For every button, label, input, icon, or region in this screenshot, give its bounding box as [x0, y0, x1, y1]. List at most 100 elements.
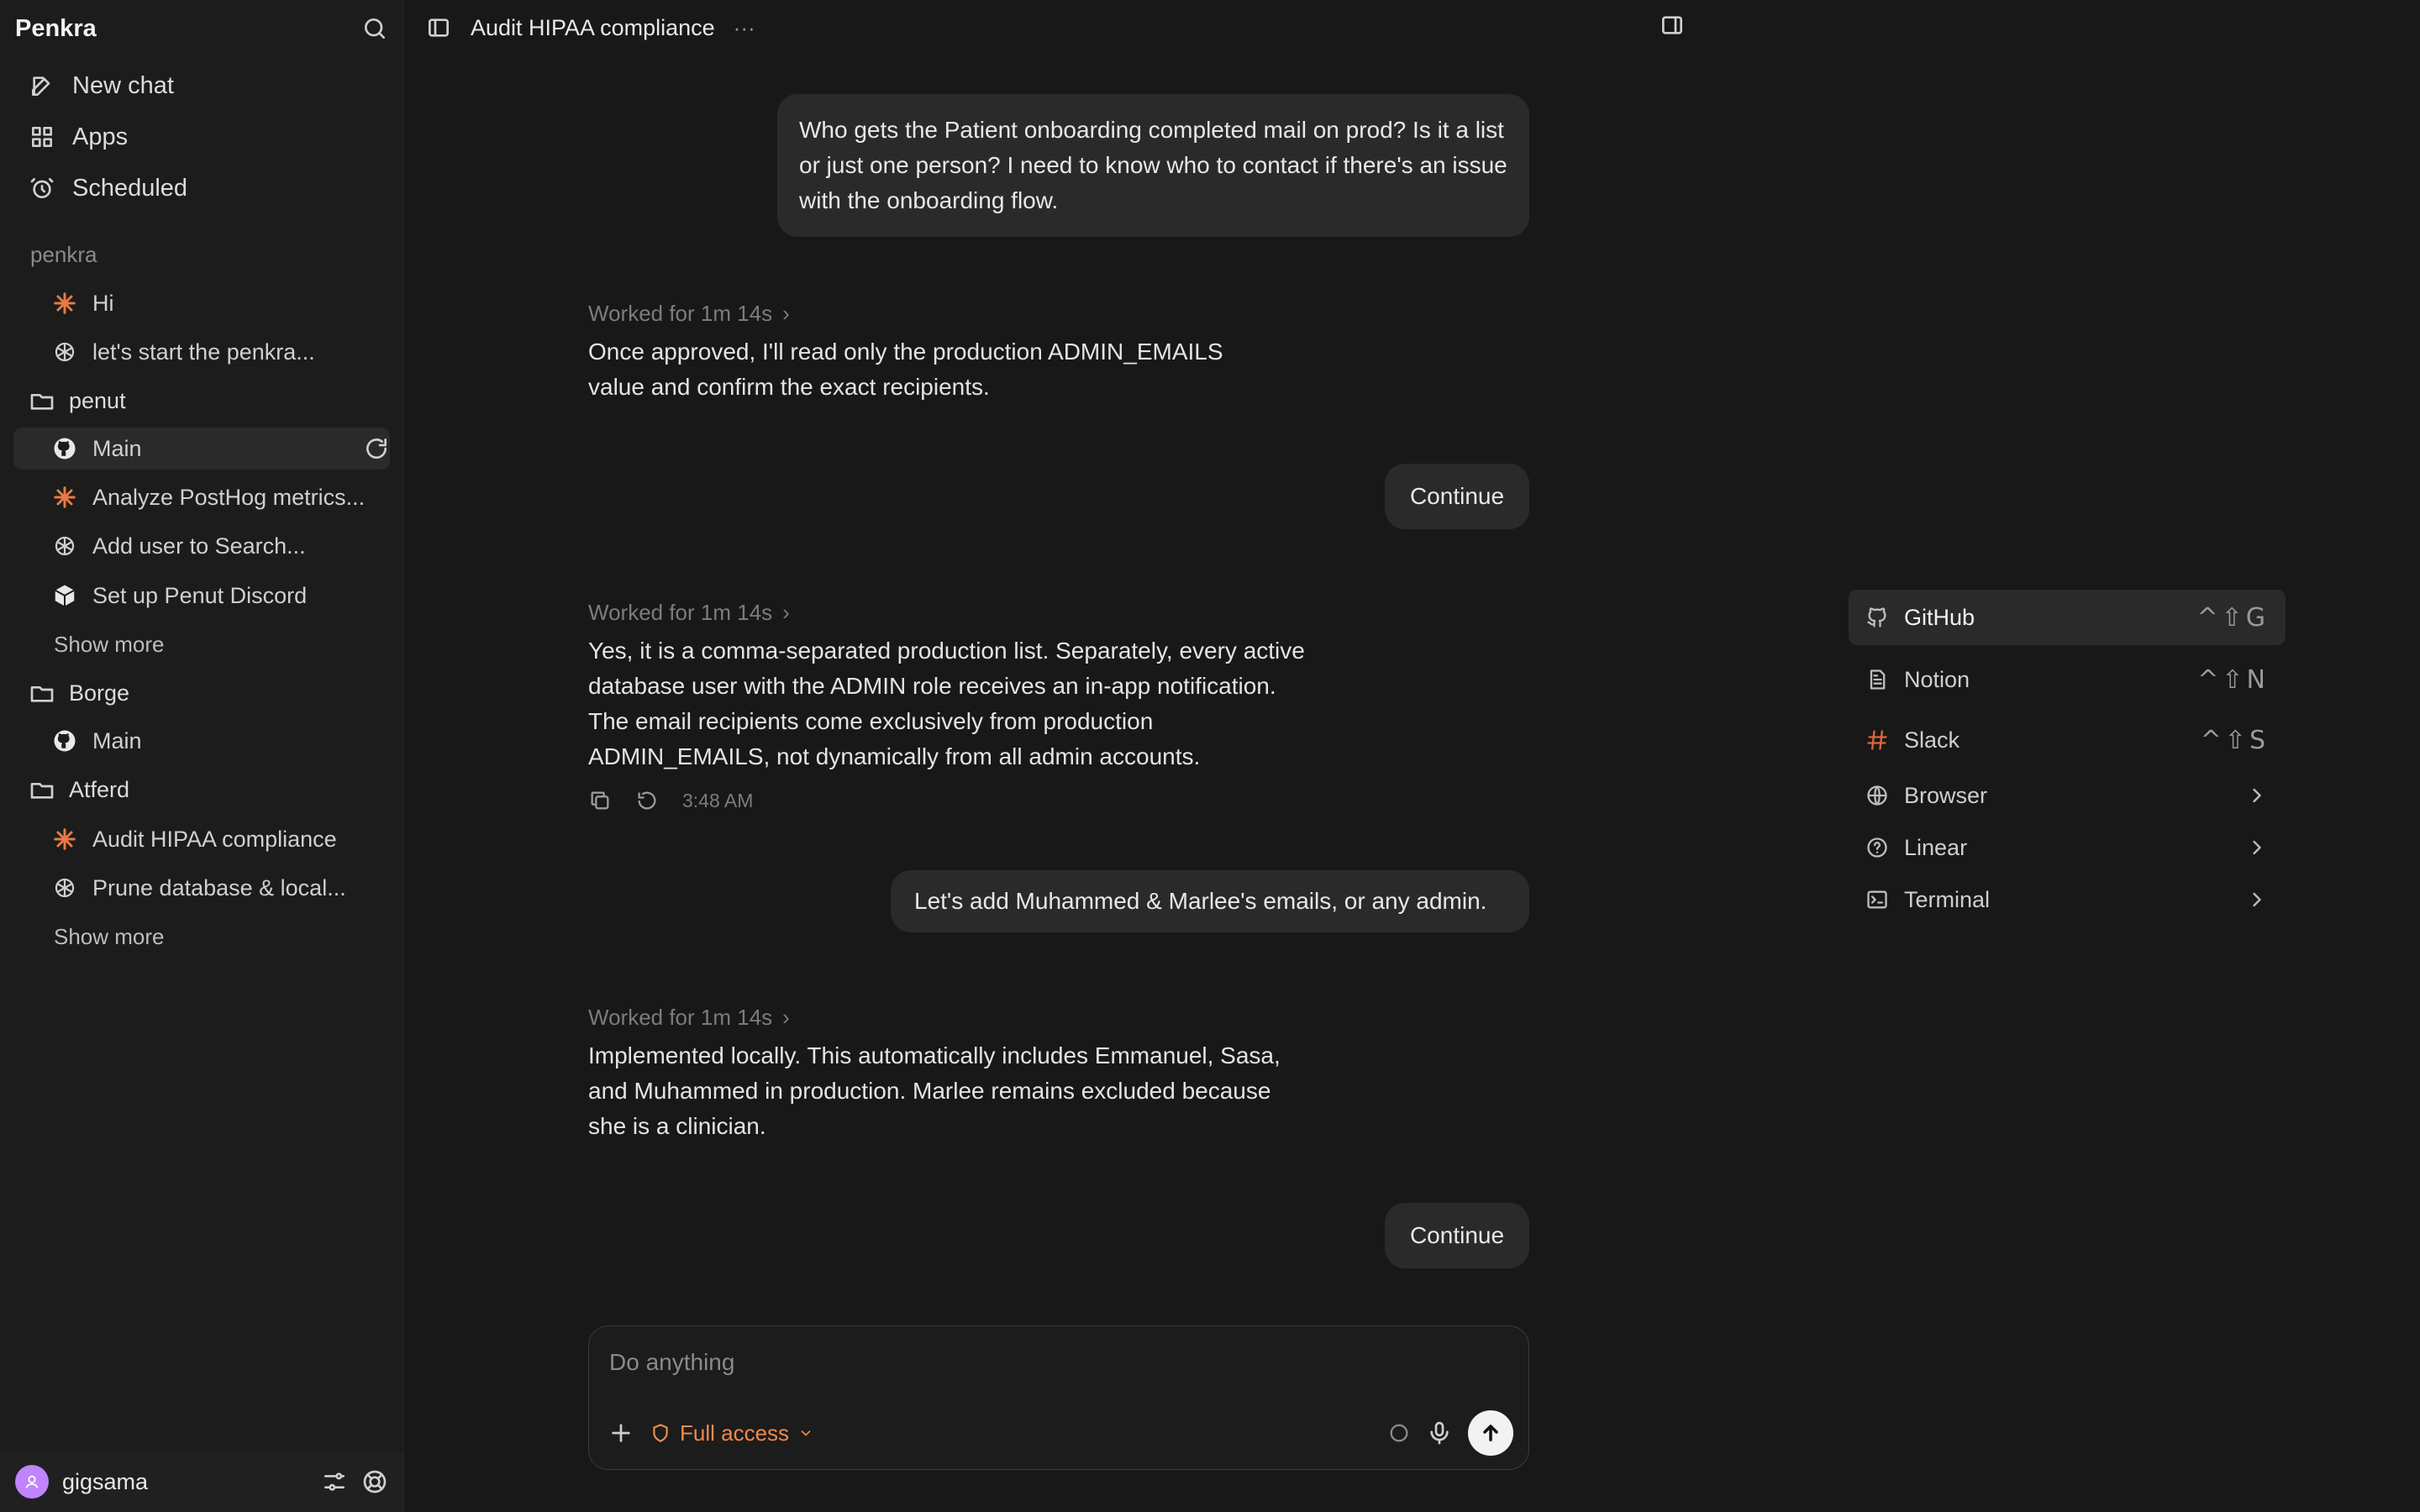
document-icon: [1865, 668, 1889, 691]
thread-item[interactable]: Main: [52, 720, 378, 762]
apps-button[interactable]: Apps: [29, 116, 128, 158]
refresh-icon[interactable]: [363, 435, 390, 462]
chevron-down-icon: [797, 1425, 814, 1441]
worked-toggle[interactable]: Worked for 1m 14s ›: [588, 296, 1328, 331]
folder-borge[interactable]: Borge: [29, 675, 129, 711]
menu-item-terminal[interactable]: Terminal: [1849, 874, 2286, 926]
thread-item[interactable]: let's start the penkra...: [52, 331, 378, 373]
brand-name: Penkra: [15, 14, 97, 42]
show-more-link[interactable]: Show more: [54, 632, 165, 658]
message-timestamp: 3:48 AM: [682, 790, 754, 811]
folder-icon: [29, 680, 55, 706]
shortcut-label: ^⇧N: [2197, 664, 2269, 695]
menu-item-label: Browser: [1904, 782, 1988, 808]
thread-label: Main: [92, 727, 142, 753]
user-bar: gigsama: [0, 1452, 403, 1512]
sidebar: Penkra New chat Apps Scheduled penkra Hi…: [0, 0, 404, 1512]
assistant-text: Yes, it is a comma-separated production …: [588, 638, 1305, 769]
retry-icon[interactable]: [635, 789, 659, 812]
thread-item[interactable]: Hi: [52, 282, 378, 324]
folder-icon: [29, 776, 55, 803]
folder-penut[interactable]: penut: [29, 382, 126, 419]
thread-item[interactable]: Add user to Search...: [52, 525, 378, 567]
thread-label: Add user to Search...: [92, 533, 306, 559]
user-message: Continue: [1385, 1203, 1529, 1268]
folder-label: penut: [69, 387, 126, 413]
more-options-button[interactable]: ···: [734, 15, 755, 41]
thread-label: let's start the penkra...: [92, 339, 315, 365]
shortcut-label: ^⇧S: [2200, 725, 2269, 755]
sidebar-toggle-icon[interactable]: [425, 14, 452, 41]
send-button[interactable]: [1468, 1410, 1513, 1456]
thread-item[interactable]: Audit HIPAA compliance: [52, 818, 378, 860]
search-icon[interactable]: [361, 15, 388, 42]
chevron-right-icon: [2245, 784, 2269, 807]
spark-icon: [52, 291, 77, 316]
thread-item[interactable]: Analyze PostHog metrics...: [52, 476, 378, 518]
user-name[interactable]: gigsama: [62, 1469, 308, 1495]
status-circle-icon[interactable]: [1387, 1421, 1411, 1445]
user-message: Continue: [1385, 464, 1529, 529]
user-message: Let's add Muhammed & Marlee's emails, or…: [891, 870, 1529, 932]
prompt-input[interactable]: [608, 1348, 1451, 1377]
access-mode-dropdown[interactable]: Full access: [650, 1420, 814, 1446]
scheduled-button[interactable]: Scheduled: [29, 167, 187, 209]
thread-item-active[interactable]: Main: [13, 428, 390, 470]
menu-item-label: Slack: [1904, 727, 1960, 753]
spark-icon: [52, 485, 77, 510]
worked-toggle[interactable]: Worked for 1m 14s ›: [588, 595, 1328, 630]
github-icon: [52, 436, 77, 461]
assistant-message: Worked for 1m 14s › Implemented locally. …: [588, 1000, 1328, 1144]
menu-item-label: Terminal: [1904, 886, 1991, 912]
user-message: Who gets the Patient onboarding complete…: [777, 94, 1529, 237]
scheduled-label: Scheduled: [72, 174, 188, 202]
access-mode-label: Full access: [680, 1420, 790, 1446]
chat-thread: Who gets the Patient onboarding complete…: [403, 55, 1697, 1512]
github-icon: [1865, 606, 1889, 629]
plus-icon[interactable]: [608, 1420, 634, 1446]
show-more-link[interactable]: Show more: [54, 924, 165, 950]
copy-icon[interactable]: [588, 789, 612, 812]
panel-toggle-icon[interactable]: [1659, 12, 1686, 39]
thread-label: Main: [92, 435, 142, 461]
menu-item-browser[interactable]: Browser: [1849, 769, 2286, 822]
globe-icon: [1865, 784, 1889, 807]
github-icon: [52, 728, 77, 753]
integrations-menu: GitHub ^⇧G Notion ^⇧N Slack ^⇧S Browser …: [1849, 590, 2286, 926]
chevron-right-icon: ›: [782, 600, 790, 625]
thread-label: Analyze PostHog metrics...: [92, 484, 366, 510]
worked-toggle[interactable]: Worked for 1m 14s ›: [588, 1000, 1328, 1035]
menu-item-slack[interactable]: Slack ^⇧S: [1849, 714, 2286, 766]
chevron-right-icon: ›: [782, 301, 790, 326]
menu-item-notion[interactable]: Notion ^⇧N: [1849, 654, 2286, 706]
menu-item-github[interactable]: GitHub ^⇧G: [1849, 590, 2286, 645]
thread-item[interactable]: Prune database & local...: [52, 867, 378, 909]
compose-icon: [29, 72, 55, 99]
thread-label: Hi: [92, 290, 114, 316]
menu-item-label: Linear: [1904, 834, 1968, 860]
folder-atferd[interactable]: Atferd: [29, 771, 129, 808]
help-icon[interactable]: [361, 1468, 388, 1495]
menu-item-linear[interactable]: Linear: [1849, 822, 2286, 874]
folder-icon: [29, 387, 55, 414]
terminal-icon: [1865, 888, 1889, 911]
composer: Full access: [588, 1326, 1529, 1470]
section-label-penkra: penkra: [30, 242, 97, 267]
microphone-icon[interactable]: [1426, 1420, 1453, 1446]
assistant-text: Once approved, I'll read only the produc…: [588, 339, 1223, 400]
avatar[interactable]: [15, 1465, 49, 1499]
folder-label: Atferd: [69, 776, 130, 802]
help-circle-icon: [1865, 836, 1889, 859]
thread-label: Prune database & local...: [92, 874, 346, 900]
new-chat-button[interactable]: New chat: [29, 65, 174, 107]
spark-icon: [52, 827, 77, 852]
openai-icon: [52, 339, 77, 365]
sliders-icon[interactable]: [321, 1468, 348, 1495]
thread-label: Set up Penut Discord: [92, 582, 308, 608]
assistant-text: Implemented locally. This automatically …: [588, 1042, 1281, 1139]
menu-item-label: GitHub: [1904, 604, 1975, 630]
thread-label: Audit HIPAA compliance: [92, 826, 337, 852]
thread-item[interactable]: Set up Penut Discord: [52, 575, 378, 617]
assistant-message: Worked for 1m 14s › Once approved, I'll r…: [588, 296, 1328, 405]
grid-icon: [29, 123, 55, 150]
